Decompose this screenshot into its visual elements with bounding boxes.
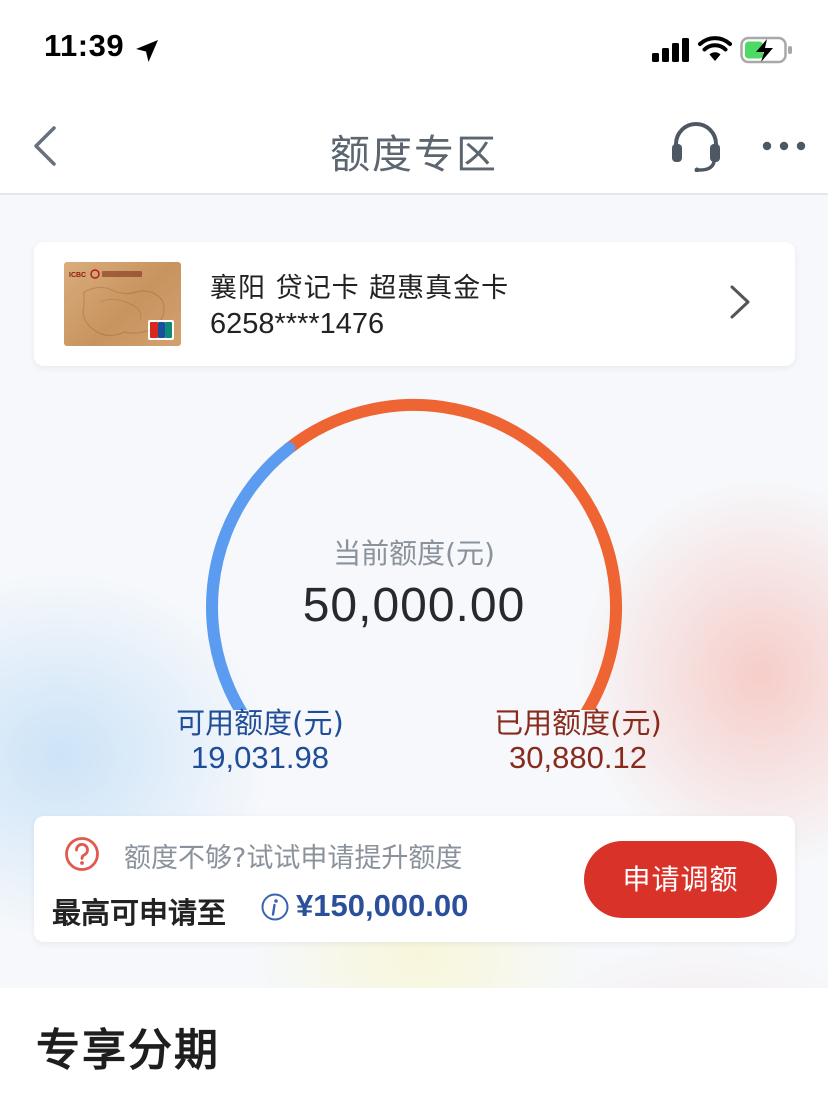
status-time: 11:39 — [44, 28, 125, 63]
available-limit-value: 19,031.98 — [191, 740, 329, 775]
battery-charging-icon — [740, 36, 792, 64]
location-arrow-icon — [136, 40, 158, 62]
card-name: 襄阳 贷记卡 超惠真金卡 — [210, 273, 510, 304]
info-circle-icon[interactable] — [260, 892, 290, 922]
current-limit-value: 50,000.00 — [302, 579, 526, 632]
svg-text:ICBC: ICBC — [69, 272, 86, 279]
screen: 11:39 额度专区 ICBC 襄阳 贷记卡 超惠真金卡 6258****147… — [0, 0, 828, 1096]
used-limit-label: 已用额度(元) — [494, 706, 662, 740]
limit-increase-hint: 额度不够?试试申请提升额度 — [124, 843, 463, 874]
credit-card-image: ICBC — [64, 262, 181, 346]
wifi-icon — [698, 36, 732, 61]
max-limit-amount: ¥150,000.00 — [296, 888, 469, 923]
installment-section: 专享分期 — [0, 988, 828, 1096]
status-bar: 11:39 — [0, 0, 828, 96]
section-title: 专享分期 — [36, 1025, 220, 1076]
apply-limit-increase-button[interactable]: 申请调额 — [584, 841, 777, 918]
current-limit-label: 当前额度(元) — [333, 537, 495, 570]
max-limit-label: 最高可申请至 — [52, 896, 227, 930]
limit-increase-panel: 额度不够?试试申请提升额度 最高可申请至 ¥150,000.00 申请调额 — [34, 816, 795, 942]
chevron-right-icon — [730, 285, 750, 319]
more-dots-icon[interactable] — [760, 136, 808, 156]
card-selector[interactable]: ICBC 襄阳 贷记卡 超惠真金卡 6258****1476 — [34, 242, 795, 366]
available-limit-label: 可用额度(元) — [176, 706, 344, 740]
card-number: 6258****1476 — [210, 308, 385, 340]
signal-icon — [652, 38, 689, 62]
nav-bar: 额度专区 — [0, 96, 828, 195]
question-circle-icon[interactable] — [64, 836, 100, 872]
used-limit-value: 30,880.12 — [509, 740, 647, 775]
headset-icon[interactable] — [668, 120, 724, 172]
